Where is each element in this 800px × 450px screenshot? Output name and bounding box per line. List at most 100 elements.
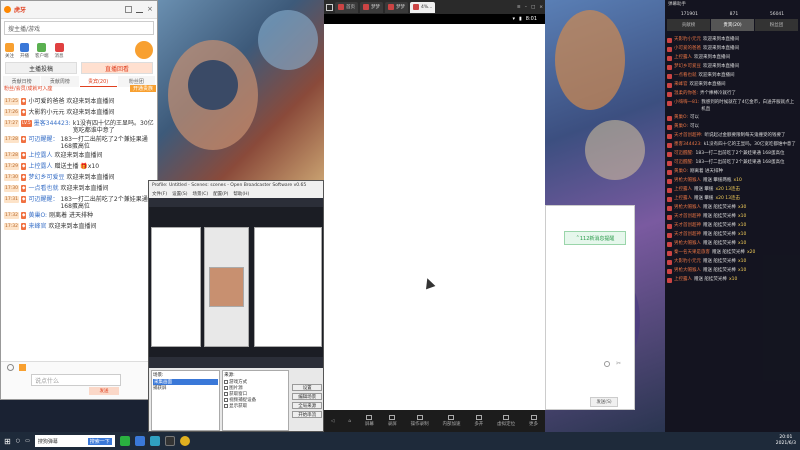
danmaku-username[interactable]: 小嗨嗨一81:	[674, 100, 699, 107]
tab-fan-club[interactable]: 粉丝团	[755, 19, 798, 31]
send-button[interactable]: 发送	[89, 387, 119, 395]
taskbar-clock[interactable]: 20:01 2021/6/3	[776, 435, 796, 447]
danmaku-username[interactable]: 可迈醒醒:	[674, 160, 694, 167]
emulator-icon[interactable]	[149, 436, 160, 446]
danmaku-username[interactable]: 天才首创超神	[674, 223, 701, 230]
menu-profile[interactable]: 配置(P)	[213, 191, 228, 197]
browser-icon[interactable]	[134, 436, 145, 446]
message-username[interactable]: 梦幻乡可爱豆	[28, 174, 64, 181]
taskbar-search-input[interactable]: 搜狗弹幕 搜索一下	[34, 435, 115, 447]
tab-replay[interactable]: 直播回看	[81, 62, 153, 74]
danmaku-username[interactable]: 黄巢O:	[674, 124, 688, 131]
message-username[interactable]: 墨客344423:	[34, 120, 71, 127]
danmaku-username[interactable]: 可迈醒醒:	[674, 151, 694, 158]
follow-icon-button[interactable]: 关注	[5, 43, 14, 59]
emulator-tab[interactable]: 梦梦	[385, 1, 408, 13]
danmaku-username[interactable]: 温柔的你爸:	[674, 91, 698, 98]
message-username[interactable]: 一点看也就	[28, 185, 58, 192]
emoji-icon[interactable]	[7, 364, 14, 371]
obs-global-sources-button[interactable]: 全局来源	[292, 402, 322, 409]
windows-start-icon[interactable]: ⊞	[4, 437, 11, 446]
danmaku-list[interactable]: 天影豹小元元 欢迎来到本直播间 小可爱的爸爸 欢迎来到本直播间 上控露人 欢迎来到本直播间…	[667, 36, 798, 430]
emulator-tab[interactable]: 首页	[335, 1, 358, 13]
danmaku-username[interactable]: 天影豹小元元	[674, 37, 701, 44]
danmaku-username[interactable]: 小可爱的爸爸	[674, 46, 701, 53]
wechat-icon[interactable]	[119, 436, 130, 446]
menu-file[interactable]: 文件(F)	[152, 191, 167, 197]
maximize-icon[interactable]: □	[531, 5, 535, 10]
danmaku-username[interactable]: 天才首创超神	[674, 232, 701, 239]
home-icon[interactable]	[326, 3, 333, 11]
danmaku-username[interactable]: 男枪大帽猴人	[674, 205, 701, 212]
source-item[interactable]: 显示获取	[224, 403, 287, 409]
danmaku-username[interactable]: 上控露人	[674, 196, 692, 203]
obs-edit-scene-button[interactable]: 编辑场景	[292, 393, 322, 400]
avatar[interactable]	[135, 41, 153, 59]
qq-send-button[interactable]: 发送(S)	[590, 397, 618, 407]
danmaku-username[interactable]: 男枪大帽猴人	[674, 268, 701, 275]
client-icon-button[interactable]: 客户端	[35, 43, 49, 59]
tool-record[interactable]: 录屏	[388, 415, 397, 427]
tab-streamer-posts[interactable]: 主播投稿	[5, 62, 77, 74]
message-username[interactable]: 上控露人	[28, 152, 52, 159]
scene-item[interactable]: 捕获屏	[153, 385, 218, 391]
tool-multi[interactable]: 多开	[474, 415, 483, 427]
menu-scene[interactable]: 场景(C)	[192, 191, 208, 197]
emulator-tab[interactable]: 4%...	[410, 1, 436, 13]
tool-more[interactable]: 更多	[529, 415, 538, 427]
danmaku-username[interactable]: 大影豹小元元	[674, 259, 701, 266]
open-noble-button[interactable]: 开通贵族	[129, 84, 156, 92]
back-icon[interactable]: ◁	[331, 419, 334, 424]
close-icon[interactable]: ×	[147, 6, 154, 13]
danmaku-username[interactable]: 上控露人	[674, 277, 692, 284]
danmaku-username[interactable]: 墨客344423:	[674, 142, 702, 149]
emulator-screen[interactable]	[324, 24, 545, 410]
message-username[interactable]: 上控露人	[28, 163, 52, 170]
broadcast-icon-button[interactable]: 开播	[20, 43, 29, 59]
home-nav-icon[interactable]: ⌂	[348, 419, 351, 424]
danmaku-username[interactable]: 梦幻乡可爱豆	[674, 64, 701, 71]
danmaku-username[interactable]: 天才首创超神	[674, 214, 701, 221]
task-view-icon[interactable]: ▭	[25, 438, 30, 444]
danmaku-username[interactable]: 黄巢O:	[674, 169, 688, 176]
close-icon[interactable]: ×	[539, 5, 543, 10]
danmaku-username[interactable]: 上控露人	[674, 55, 692, 62]
chrome-icon[interactable]	[179, 436, 190, 446]
danmaku-username[interactable]: 来峰官	[674, 82, 688, 89]
minimize-icon[interactable]	[136, 6, 143, 13]
tool-speed[interactable]: 内部加速	[442, 415, 460, 427]
gift-icon[interactable]	[19, 364, 26, 371]
menu-icon[interactable]: ≡	[517, 5, 521, 10]
danmaku-username[interactable]: 黄巢O:	[674, 115, 688, 122]
message-username[interactable]: 黄巢O:	[28, 212, 47, 219]
tool-screen[interactable]: 屏幕	[365, 415, 374, 427]
obs-icon[interactable]	[164, 436, 175, 446]
skin-icon[interactable]	[125, 6, 132, 13]
danmaku-username[interactable]: 上控露人	[674, 187, 692, 194]
message-username[interactable]: 可迈醒醒：	[28, 136, 58, 143]
taskbar-search-button[interactable]: 搜索一下	[87, 437, 112, 445]
tool-macro[interactable]: 操作录制	[411, 415, 429, 427]
danmaku-username[interactable]: 一点看也就	[674, 73, 697, 80]
emoji-icon[interactable]	[604, 361, 610, 367]
tab-contribution[interactable]: 贡献榜	[667, 19, 710, 31]
obs-start-stream-button[interactable]: 开始串流	[292, 411, 322, 418]
obs-settings-button[interactable]: 设置	[292, 384, 322, 391]
new-message-notice[interactable]: ⌃ 112新消息提醒	[564, 231, 626, 245]
message-icon-button[interactable]: 消息	[54, 43, 64, 59]
menu-help[interactable]: 帮助(H)	[233, 191, 249, 197]
search-input[interactable]: 搜主播/游戏	[4, 21, 154, 35]
tab-vip[interactable]: 贵宾(20)	[711, 19, 754, 31]
danmaku-username[interactable]: 秦一名天果是旅客	[674, 250, 710, 257]
scissors-icon[interactable]: ✂	[616, 360, 621, 367]
message-username[interactable]: 可迈醒醒：	[28, 196, 58, 203]
menu-settings[interactable]: 设置(S)	[172, 191, 187, 197]
danmaku-username[interactable]: 天才首创超神:	[674, 133, 703, 140]
chat-message-list[interactable]: 17:25 ◆ 小可爱的爸爸 欢迎来到本直播间 17:26 ◆ 大影豹小元元 欢迎来到本直…	[4, 97, 156, 355]
search-icon[interactable]: ○	[16, 438, 20, 444]
danmaku-username[interactable]: 男枪大帽猴人	[674, 178, 701, 185]
emulator-tab[interactable]: 梦梦	[360, 1, 383, 13]
tool-location[interactable]: 虚拟定位	[497, 415, 515, 427]
chat-input[interactable]: 说点什么	[31, 374, 121, 386]
obs-preview[interactable]	[149, 207, 323, 357]
